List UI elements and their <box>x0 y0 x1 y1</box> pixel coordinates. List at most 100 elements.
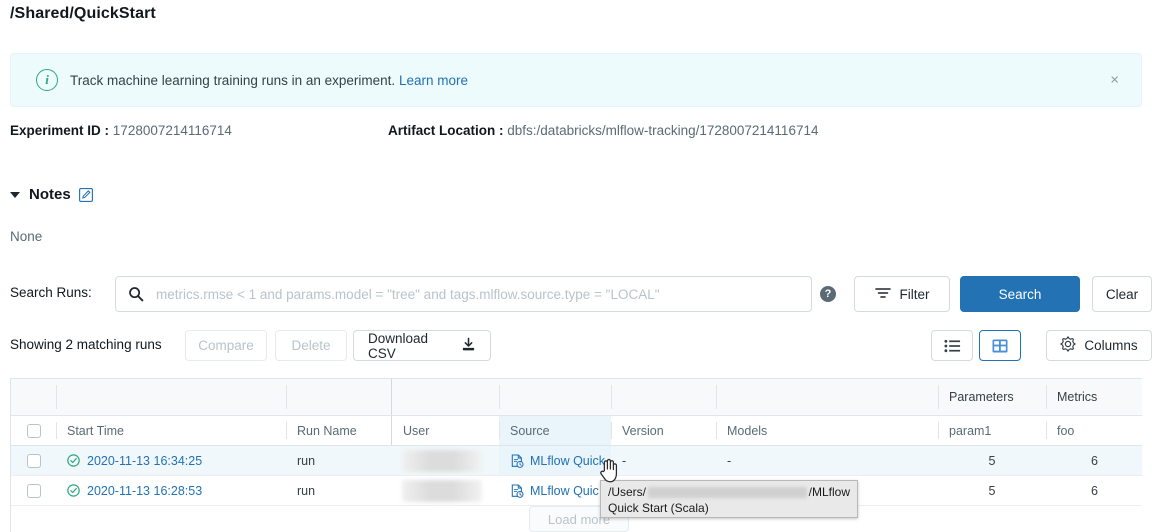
search-input[interactable] <box>154 286 803 303</box>
header-cell-start-time[interactable]: Start Time <box>56 416 286 445</box>
source-link[interactable]: MLflow Quic <box>530 484 599 498</box>
search-icon <box>128 286 144 302</box>
edit-pencil-icon[interactable] <box>79 188 93 202</box>
info-circle-icon: i <box>36 69 58 91</box>
table-group-header-row: Parameters Metrics <box>11 379 1142 416</box>
tooltip-line-2: Quick Start (Scala) <box>608 500 850 516</box>
check-circle-icon <box>67 454 80 467</box>
header-label-start-time: Start Time <box>67 424 124 438</box>
experiment-id-value: 1728007214116714 <box>113 123 232 138</box>
header-label-models: Models <box>727 424 767 438</box>
cell-version: - <box>611 446 716 475</box>
row-select-checkbox[interactable] <box>27 484 41 498</box>
group-cell-blank-3 <box>391 379 499 415</box>
group-cell-blank-2 <box>286 379 391 415</box>
header-label-run-name: Run Name <box>297 424 357 438</box>
clear-button[interactable]: Clear <box>1092 276 1152 312</box>
header-label-version: Version <box>622 424 664 438</box>
cell-source[interactable]: MLflow Quic <box>499 476 611 505</box>
header-cell-source[interactable]: Source <box>499 416 611 445</box>
group-label-parameters: Parameters <box>949 390 1014 404</box>
search-button[interactable]: Search <box>960 276 1080 312</box>
group-cell-blank-4 <box>499 379 611 415</box>
cell-foo: 6 <box>1046 476 1142 505</box>
runs-action-row: Showing 2 matching runs Compare Delete D… <box>10 330 1142 362</box>
select-all-checkbox[interactable] <box>27 424 41 438</box>
columns-label: Columns <box>1084 338 1137 353</box>
check-circle-icon <box>67 484 80 497</box>
table-row[interactable]: 2020-11-13 16:34:25 run MLflow <box>11 446 1142 476</box>
user-redacted <box>402 480 482 502</box>
header-cell-models[interactable]: Models <box>716 416 938 445</box>
filter-button[interactable]: Filter <box>854 276 950 312</box>
artifact-location-label: Artifact Location : <box>388 123 504 138</box>
table-header-row: Start Time Run Name User Source Version … <box>11 416 1142 446</box>
header-cell-select-all[interactable] <box>11 416 56 445</box>
notes-title: Notes <box>29 186 71 203</box>
grid-view-icon[interactable] <box>979 330 1021 361</box>
compare-button[interactable]: Compare <box>185 330 267 361</box>
showing-runs-count: Showing 2 matching runs <box>10 337 162 352</box>
tooltip-path-suffix: /MLflow <box>809 484 850 500</box>
cell-user <box>391 446 499 475</box>
experiment-id-label: Experiment ID : <box>10 123 109 138</box>
row-select-checkbox[interactable] <box>27 454 41 468</box>
group-cell-parameters: Parameters <box>938 379 1046 415</box>
info-banner-message: Track machine learning training runs in … <box>70 73 395 88</box>
row-checkbox-cell[interactable] <box>11 476 56 505</box>
search-runs-label: Search Runs: <box>10 285 92 300</box>
search-runs-box[interactable] <box>115 276 812 312</box>
download-icon <box>461 337 476 355</box>
header-cell-user[interactable]: User <box>391 416 499 445</box>
header-cell-param1[interactable]: param1 <box>938 416 1046 445</box>
header-cell-foo[interactable]: foo <box>1046 416 1142 445</box>
group-cell-metrics: Metrics <box>1046 379 1142 415</box>
cell-run-name: run <box>286 446 391 475</box>
cell-param1: 5 <box>938 476 1046 505</box>
chevron-down-icon[interactable] <box>10 192 20 198</box>
source-link[interactable]: MLflow Quick <box>530 454 605 468</box>
notebook-icon <box>510 484 524 498</box>
group-cell-blank-6 <box>716 379 938 415</box>
info-banner: i Track machine learning training runs i… <box>10 53 1142 107</box>
table-row[interactable]: 2020-11-13 16:28:53 run MLflow <box>11 476 1142 506</box>
group-cell-blank-1 <box>56 379 286 415</box>
tooltip-line-1: /Users/ /MLflow <box>608 484 850 500</box>
page-title: /Shared/QuickStart <box>10 5 156 23</box>
learn-more-link[interactable]: Learn more <box>399 73 468 88</box>
header-label-foo: foo <box>1057 424 1074 438</box>
tooltip-redacted-user <box>648 487 807 498</box>
user-redacted <box>402 450 482 472</box>
source-tooltip: /Users/ /MLflow Quick Start (Scala) <box>600 480 858 518</box>
list-view-icon[interactable] <box>931 330 973 361</box>
mlflow-experiment-page: /Shared/QuickStart i Track machine learn… <box>0 0 1152 532</box>
artifact-location-value: dbfs:/databricks/mlflow-tracking/1728007… <box>507 123 818 138</box>
cell-start-time[interactable]: 2020-11-13 16:34:25 <box>56 446 286 475</box>
group-cell-blank-5 <box>611 379 716 415</box>
start-time-link[interactable]: 2020-11-13 16:34:25 <box>87 454 202 468</box>
tooltip-path-prefix: /Users/ <box>608 484 646 500</box>
group-cell-blank-0 <box>11 379 56 415</box>
cell-start-time[interactable]: 2020-11-13 16:28:53 <box>56 476 286 505</box>
load-more-row: Load more <box>11 506 1142 532</box>
search-runs-row: Search Runs: ? Filter Search Clear <box>10 276 1142 312</box>
download-csv-label: Download CSV <box>368 331 459 361</box>
header-label-source: Source <box>510 424 550 438</box>
cell-source[interactable]: MLflow Quick <box>499 446 611 475</box>
help-icon[interactable]: ? <box>820 286 836 302</box>
start-time-link[interactable]: 2020-11-13 16:28:53 <box>87 484 202 498</box>
close-icon[interactable]: × <box>1110 73 1119 88</box>
cell-param1: 5 <box>938 446 1046 475</box>
cell-foo: 6 <box>1046 446 1142 475</box>
notes-section-header[interactable]: Notes <box>10 186 93 203</box>
columns-button[interactable]: Columns <box>1046 330 1152 361</box>
delete-button[interactable]: Delete <box>275 330 347 361</box>
download-csv-button[interactable]: Download CSV <box>353 330 491 361</box>
header-label-param1: param1 <box>949 424 991 438</box>
group-label-metrics: Metrics <box>1057 390 1097 404</box>
view-toggle-group <box>931 330 1021 361</box>
row-checkbox-cell[interactable] <box>11 446 56 475</box>
header-cell-run-name[interactable]: Run Name <box>286 416 391 445</box>
header-cell-version[interactable]: Version <box>611 416 716 445</box>
notes-body: None <box>10 229 42 244</box>
